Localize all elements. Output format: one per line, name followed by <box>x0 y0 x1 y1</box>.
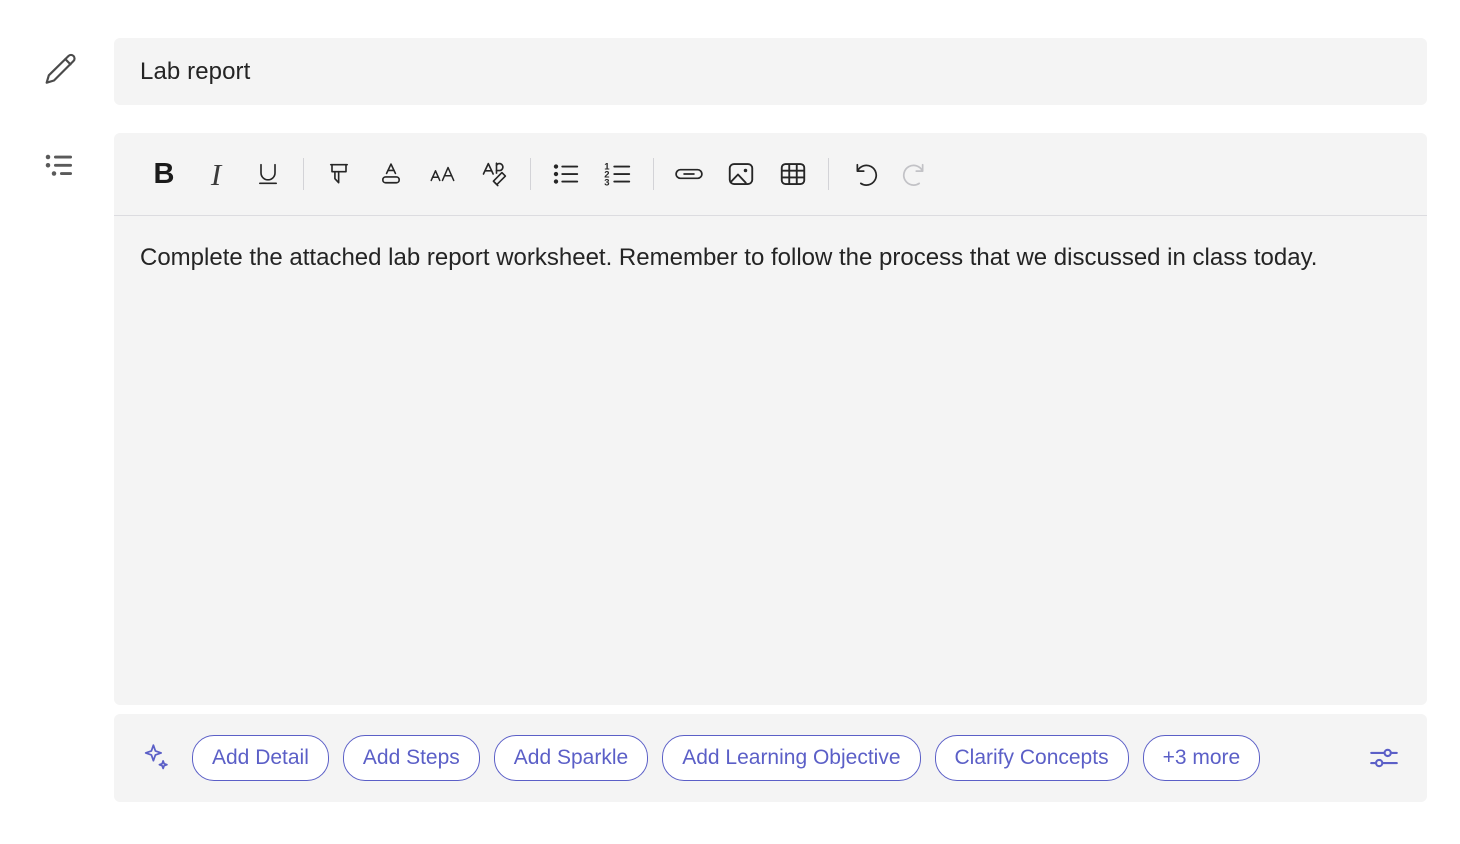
highlight-button[interactable] <box>313 148 365 200</box>
font-size-button[interactable] <box>417 148 469 200</box>
assignment-title-field[interactable]: Lab report <box>114 38 1427 105</box>
sparkle-icon <box>140 741 174 775</box>
svg-text:3: 3 <box>604 177 609 188</box>
undo-button[interactable] <box>838 148 890 200</box>
italic-button[interactable]: I <box>190 148 242 200</box>
suggestion-chip-add-learning-objective[interactable]: Add Learning Objective <box>662 735 921 781</box>
instructions-list-icon <box>34 140 86 192</box>
assignment-editor-page: Lab report B I 1 2 3 Complete the attach… <box>0 0 1460 844</box>
bold-button[interactable]: B <box>138 148 190 200</box>
formatting-toolbar: B I 1 2 3 <box>114 133 1427 216</box>
suggestion-chip-add-sparkle[interactable]: Add Sparkle <box>493 735 649 781</box>
ai-suggestions-bar: Add Detail Add Steps Add Sparkle Add Lea… <box>114 714 1427 802</box>
instructions-editor-panel: B I 1 2 3 Complete the attached lab repo… <box>114 133 1427 705</box>
pencil-icon <box>34 44 86 96</box>
assignment-title-value: Lab report <box>140 57 251 85</box>
numbered-list-button[interactable]: 1 2 3 <box>592 148 644 200</box>
clear-formatting-button[interactable] <box>469 148 521 200</box>
bold-glyph: B <box>153 157 175 190</box>
insert-link-button[interactable] <box>663 148 715 200</box>
toolbar-separator-2 <box>530 158 531 190</box>
suggestion-chip-add-steps[interactable]: Add Steps <box>342 735 480 781</box>
suggestion-chip-add-detail[interactable]: Add Detail <box>192 735 329 781</box>
toolbar-separator-3 <box>653 158 654 190</box>
redo-button[interactable] <box>890 148 942 200</box>
suggestion-chip-clarify-concepts[interactable]: Clarify Concepts <box>934 735 1129 781</box>
insert-table-button[interactable] <box>767 148 819 200</box>
bulleted-list-button[interactable] <box>540 148 592 200</box>
font-color-button[interactable] <box>365 148 417 200</box>
insert-image-button[interactable] <box>715 148 767 200</box>
instructions-editor-body[interactable]: Complete the attached lab report workshe… <box>114 216 1427 278</box>
underline-button[interactable] <box>242 148 294 200</box>
toolbar-separator-4 <box>828 158 829 190</box>
toolbar-separator-1 <box>303 158 304 190</box>
settings-sliders-icon[interactable] <box>1363 737 1405 779</box>
instructions-text: Complete the attached lab report workshe… <box>140 244 1318 271</box>
italic-glyph: I <box>210 156 222 192</box>
suggestion-chip-more[interactable]: +3 more <box>1142 735 1261 781</box>
